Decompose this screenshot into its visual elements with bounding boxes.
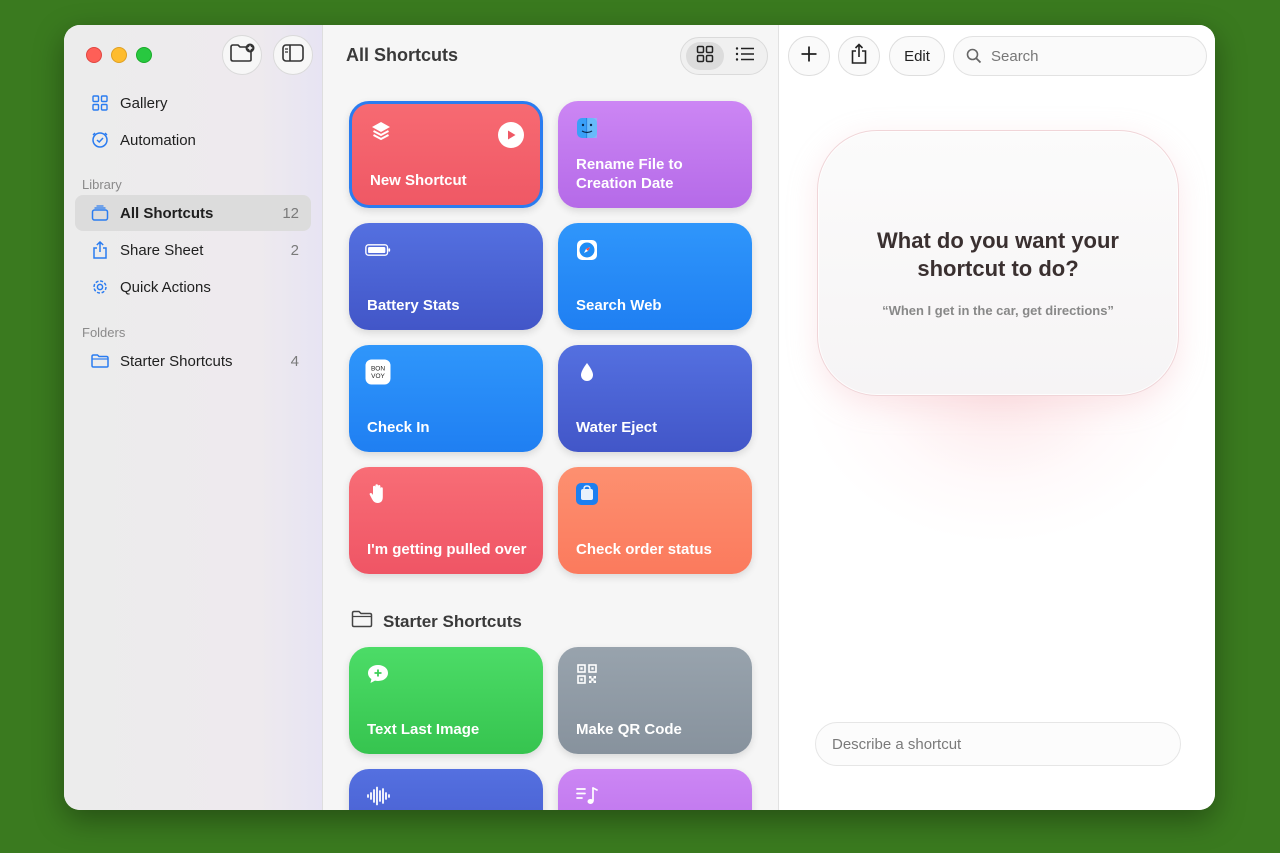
stack-icon xyxy=(88,205,112,221)
editor-pane: Edit What do you want your shortcut to d… xyxy=(779,25,1215,810)
shortcut-tile-rename-file[interactable]: Rename File to Creation Date xyxy=(558,101,752,208)
folders-heading: Folders xyxy=(82,325,126,340)
message-plus-icon xyxy=(365,661,391,687)
gear-icon xyxy=(88,278,112,296)
share-button[interactable] xyxy=(838,36,880,76)
safari-icon xyxy=(574,237,600,263)
run-shortcut-button[interactable] xyxy=(498,122,524,148)
shortcut-tile-pulled-over[interactable]: I'm getting pulled over xyxy=(349,467,543,574)
tile-label: Rename File to Creation Date xyxy=(576,156,683,192)
sidebar-item-label: Starter Shortcuts xyxy=(120,352,233,370)
shortcuts-grid-pane: All Shortcuts New Shortcut Rename File t… xyxy=(323,25,779,810)
grid-icon xyxy=(88,95,112,111)
sidebar-item-label: All Shortcuts xyxy=(120,204,214,222)
shortcuts-window: Gallery Automation Library All Shortcuts… xyxy=(64,25,1215,810)
tile-label: Battery Stats xyxy=(367,297,460,314)
sidebar-item-label: Quick Actions xyxy=(120,278,211,296)
share-icon xyxy=(88,241,112,259)
edit-button-label: Edit xyxy=(904,47,930,65)
shortcut-tile-search-web[interactable]: Search Web xyxy=(558,223,752,330)
svg-text:VOY: VOY xyxy=(371,373,385,380)
svg-text:BON: BON xyxy=(371,366,385,373)
shortcut-tile-make-qr-code[interactable]: Make QR Code xyxy=(558,647,752,754)
view-mode-toggle xyxy=(680,37,768,75)
sidebar-item-share-sheet[interactable]: Share Sheet 2 xyxy=(75,232,311,268)
page-title: All Shortcuts xyxy=(346,45,459,65)
sidebar-icon xyxy=(282,43,304,67)
share-icon xyxy=(850,43,868,69)
sidebar-item-starter-shortcuts[interactable]: Starter Shortcuts 4 xyxy=(75,343,311,379)
shortcut-tile-music[interactable] xyxy=(558,769,752,810)
folder-plus-icon xyxy=(229,43,255,68)
folder-icon xyxy=(88,354,112,368)
sidebar-item-label: Gallery xyxy=(120,94,168,112)
sidebar-item-quick-actions[interactable]: Quick Actions xyxy=(75,269,311,305)
folder-icon xyxy=(351,610,373,633)
grid-icon xyxy=(696,45,714,68)
folder-section-title: Starter Shortcuts xyxy=(383,611,522,631)
item-count: 4 xyxy=(290,352,299,370)
sidebar-item-label: Automation xyxy=(120,131,196,149)
sidebar: Gallery Automation Library All Shortcuts… xyxy=(64,25,323,810)
shortcut-tile-new-shortcut[interactable]: New Shortcut xyxy=(349,101,543,208)
minimize-button[interactable] xyxy=(111,47,127,63)
edit-button[interactable]: Edit xyxy=(889,36,945,76)
item-count: 2 xyxy=(290,241,299,259)
sidebar-item-automation[interactable]: Automation xyxy=(75,122,311,158)
plus-icon xyxy=(800,45,818,67)
prompt-title: What do you want your shortcut to do? xyxy=(877,228,1119,281)
shortcut-tile-check-in[interactable]: BON VOY Check In xyxy=(349,345,543,452)
hand-icon xyxy=(365,481,391,507)
item-count: 12 xyxy=(282,204,299,222)
folder-section-header: Starter Shortcuts xyxy=(351,610,522,633)
battery-icon xyxy=(365,237,391,263)
describe-shortcut-input[interactable] xyxy=(832,735,1152,753)
tile-label: Text Last Image xyxy=(367,721,480,738)
tile-label: New Shortcut xyxy=(370,172,467,189)
shortcut-tile-battery-stats[interactable]: Battery Stats xyxy=(349,223,543,330)
prompt-card: What do you want your shortcut to do? “W… xyxy=(817,130,1179,396)
search-input[interactable] xyxy=(991,47,1191,65)
add-shortcut-button[interactable] xyxy=(788,36,830,76)
tile-label: Check In xyxy=(367,419,430,436)
search-field[interactable] xyxy=(953,36,1207,76)
bonvoy-icon: BON VOY xyxy=(365,359,391,385)
traffic-lights xyxy=(86,47,152,63)
prompt-example: “When I get in the car, get directions” xyxy=(882,303,1114,318)
tile-label: Water Eject xyxy=(576,419,658,436)
finder-icon xyxy=(574,115,600,141)
grid-view-button[interactable] xyxy=(686,42,724,70)
clock-check-icon xyxy=(88,131,112,149)
describe-shortcut-field[interactable] xyxy=(815,722,1181,766)
music-list-icon xyxy=(574,783,600,809)
drop-icon xyxy=(574,359,600,385)
close-button[interactable] xyxy=(86,47,102,63)
list-view-button[interactable] xyxy=(726,42,764,70)
shortcut-tile-check-order-status[interactable]: Check order status xyxy=(558,467,752,574)
zoom-button[interactable] xyxy=(136,47,152,63)
waveform-icon xyxy=(365,783,391,809)
shortcut-tile-text-last-image[interactable]: Text Last Image xyxy=(349,647,543,754)
qr-icon xyxy=(574,661,600,687)
tile-label: I'm getting pulled over xyxy=(367,541,527,558)
sidebar-item-all-shortcuts[interactable]: All Shortcuts 12 xyxy=(75,195,311,231)
layers-icon xyxy=(368,118,394,144)
search-icon xyxy=(966,48,982,64)
sidebar-item-gallery[interactable]: Gallery xyxy=(75,85,311,121)
list-icon xyxy=(735,46,755,67)
tile-label: Make QR Code xyxy=(576,721,682,738)
shortcut-tile-water-eject[interactable]: Water Eject xyxy=(558,345,752,452)
sidebar-item-label: Share Sheet xyxy=(120,241,204,259)
store-app-icon xyxy=(574,481,600,507)
shortcut-tile-audio[interactable] xyxy=(349,769,543,810)
library-heading: Library xyxy=(82,177,122,192)
tile-label: Search Web xyxy=(576,297,662,314)
new-folder-button[interactable] xyxy=(222,35,262,75)
tile-label: Check order status xyxy=(576,541,712,558)
toggle-sidebar-button[interactable] xyxy=(273,35,313,75)
